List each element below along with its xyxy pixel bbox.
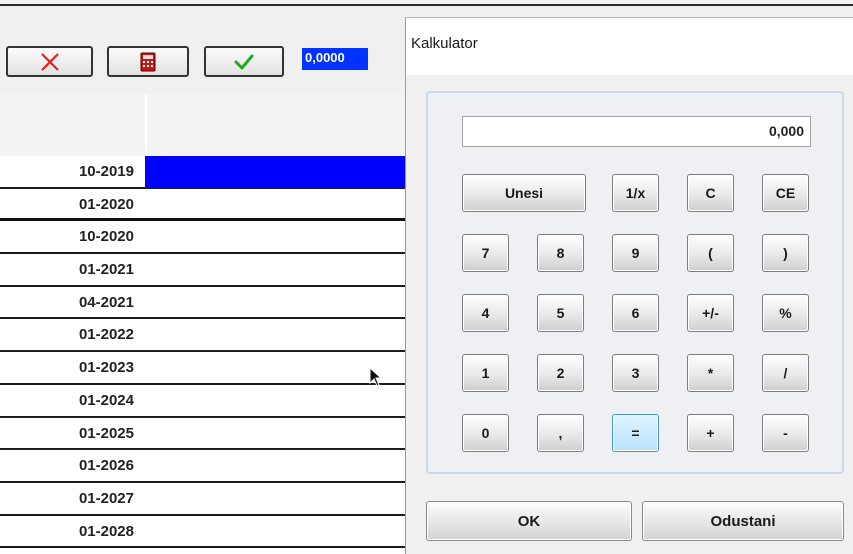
plus-minus-key[interactable]: +/- [687, 294, 734, 332]
minus-key[interactable]: - [762, 414, 809, 452]
date-cell[interactable]: 10-2020 [0, 221, 142, 252]
checkmark-icon [234, 54, 254, 69]
date-cell[interactable]: 04-2021 [0, 287, 142, 318]
divide-key[interactable]: / [762, 354, 809, 392]
key-0[interactable]: 0 [462, 414, 509, 452]
plus-key[interactable]: + [687, 414, 734, 452]
left-paren-key[interactable]: ( [687, 234, 734, 272]
calculator-panel: 0,000 Unesi 1/x C CE 7 8 9 ( ) 4 5 6 +/-… [426, 91, 844, 474]
table-row[interactable]: 01-2025 [0, 418, 410, 451]
calculator-dialog: Kalkulator 0,000 Unesi 1/x C CE 7 8 9 ( … [405, 17, 853, 554]
value-field[interactable]: 0,0000 [302, 48, 368, 70]
enter-key[interactable]: Unesi [462, 174, 586, 212]
date-cell[interactable]: 01-2028 [0, 516, 142, 547]
clear-key[interactable]: C [687, 174, 734, 212]
date-cell[interactable]: 01-2020 [0, 189, 142, 219]
dialog-titlebar: Kalkulator [406, 18, 853, 75]
key-9[interactable]: 9 [612, 234, 659, 272]
calculator-display: 0,000 [462, 116, 811, 147]
table-row[interactable]: 04-2021 [0, 287, 410, 320]
value-cell[interactable] [145, 319, 410, 350]
key-2[interactable]: 2 [537, 354, 584, 392]
mouse-pointer-icon [369, 367, 383, 387]
value-cell[interactable] [145, 385, 410, 416]
date-cell[interactable]: 01-2024 [0, 385, 142, 416]
value-cell[interactable] [145, 516, 410, 547]
date-cell[interactable]: 01-2021 [0, 254, 142, 285]
date-cell[interactable]: 01-2027 [0, 483, 142, 514]
value-cell[interactable] [145, 221, 410, 252]
value-cell[interactable] [145, 254, 410, 285]
multiply-key[interactable]: * [687, 354, 734, 392]
value-cell[interactable] [145, 418, 410, 449]
key-6[interactable]: 6 [612, 294, 659, 332]
value-cell[interactable] [145, 287, 410, 318]
key-5[interactable]: 5 [537, 294, 584, 332]
date-cell[interactable]: 01-2026 [0, 450, 142, 481]
app-window: 0,0000 10-2019 01-2020 10-2020 01-2021 04-20… [0, 0, 853, 554]
table-row[interactable]: 01-2027 [0, 483, 410, 516]
key-3[interactable]: 3 [612, 354, 659, 392]
comma-key[interactable]: , [537, 414, 584, 452]
key-4[interactable]: 4 [462, 294, 509, 332]
table-row[interactable]: 01-2024 [0, 385, 410, 418]
equals-key[interactable]: = [612, 414, 659, 452]
table-row[interactable]: 01-2020 [0, 189, 410, 222]
table-row[interactable]: 01-2022 [0, 319, 410, 353]
table-row[interactable]: 01-2028 [0, 516, 410, 549]
date-cell[interactable]: 01-2023 [0, 352, 142, 383]
date-cell[interactable]: 10-2019 [0, 156, 142, 187]
key-1[interactable]: 1 [462, 354, 509, 392]
right-paren-key[interactable]: ) [762, 234, 809, 272]
value-cell[interactable] [145, 156, 410, 187]
column-header-date [0, 94, 142, 150]
table-row[interactable]: 01-2023 [0, 352, 410, 385]
date-cell[interactable]: 01-2022 [0, 319, 142, 350]
key-8[interactable]: 8 [537, 234, 584, 272]
date-cell[interactable]: 01-2025 [0, 418, 142, 449]
reciprocal-key[interactable]: 1/x [612, 174, 659, 212]
calculator-button[interactable] [107, 46, 189, 77]
value-cell[interactable] [145, 483, 410, 514]
value-cell[interactable] [145, 450, 410, 481]
ok-button[interactable]: OK [426, 501, 632, 541]
clear-entry-key[interactable]: CE [762, 174, 809, 212]
percent-key[interactable]: % [762, 294, 809, 332]
table-row[interactable]: 10-2020 [0, 221, 410, 255]
dialog-title: Kalkulator [411, 35, 478, 52]
table-row[interactable]: 10-2019 [0, 156, 410, 189]
grid-body: 10-2019 01-2020 10-2020 01-2021 04-2021 01-20… [0, 156, 410, 549]
odustani-button[interactable]: Odustani [642, 501, 844, 541]
key-7[interactable]: 7 [462, 234, 509, 272]
table-row[interactable]: 01-2021 [0, 254, 410, 287]
close-icon [40, 52, 59, 71]
value-cell[interactable] [145, 189, 410, 219]
cancel-button[interactable] [6, 46, 93, 77]
calculator-icon [140, 52, 156, 71]
confirm-button[interactable] [204, 46, 284, 77]
table-row[interactable]: 01-2026 [0, 450, 410, 483]
